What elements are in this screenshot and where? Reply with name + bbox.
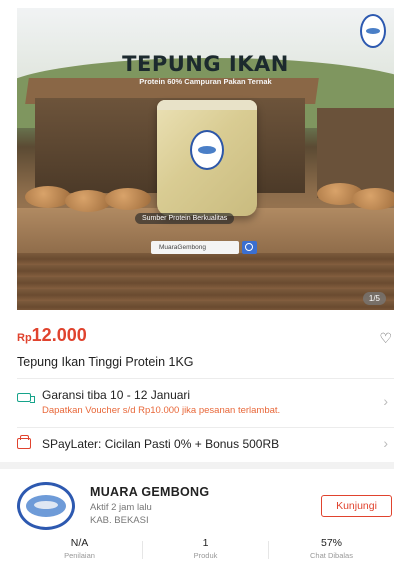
- shipping-guarantee-row[interactable]: Garansi tiba 10 - 12 Januari Dapatkan Vo…: [17, 386, 394, 424]
- paylater-title: SPayLater: Cicilan Pasti 0% + Bonus 500R…: [42, 437, 280, 451]
- wallet-icon: [17, 435, 33, 452]
- shop-location: KAB. BEKASI: [90, 515, 149, 526]
- product-price: Rp12.000: [17, 325, 87, 346]
- image-subtitle: Protein 60% Campuran Pakan Ternak: [139, 77, 272, 86]
- brand-logo-badge: [360, 14, 386, 48]
- shipping-note: Dapatkan Voucher s/d Rp10.000 jika pesan…: [42, 405, 281, 416]
- shop-avatar[interactable]: [17, 482, 75, 530]
- price-amount: 12.000: [31, 325, 87, 345]
- shop-name[interactable]: MUARA GEMBONG: [90, 485, 209, 499]
- image-pile: [105, 188, 151, 210]
- stat-products: 1 Produk: [143, 537, 268, 560]
- stat-label: Produk: [193, 551, 218, 560]
- chevron-right-icon: ›: [383, 435, 388, 451]
- stat-label: Chat Dibalas: [310, 551, 353, 560]
- shop-stats: N/A Penilaian 1 Produk 57% Chat Dibalas: [17, 537, 394, 563]
- heart-icon[interactable]: ♡: [379, 330, 392, 347]
- image-pager: 1/5: [362, 292, 386, 305]
- stat-value: 1: [202, 537, 209, 549]
- bag-seal: [157, 100, 257, 110]
- product-image-carousel[interactable]: TEPUNG IKAN Protein 60% Campuran Pakan T…: [17, 8, 394, 310]
- chevron-right-icon: ›: [383, 393, 388, 409]
- image-pile: [352, 188, 394, 210]
- stat-value: 57%: [320, 537, 342, 549]
- bag-emblem: [190, 130, 224, 170]
- image-wood-table: [17, 253, 394, 310]
- stat-chat-reply: 57% Chat Dibalas: [269, 537, 394, 560]
- image-pile: [65, 190, 111, 212]
- divider: [17, 378, 394, 379]
- image-search-text: MuaraGembong: [151, 241, 239, 254]
- stat-label: Penilaian: [64, 551, 95, 560]
- visit-shop-button[interactable]: Kunjungi: [321, 495, 392, 517]
- image-search-chip: MuaraGembong: [151, 241, 258, 254]
- image-pile: [25, 186, 71, 208]
- product-bag: [157, 100, 257, 216]
- shop-active-status: Aktif 2 jam lalu: [90, 502, 152, 513]
- image-title: TEPUNG IKAN: [122, 52, 289, 76]
- product-name: Tepung Ikan Tinggi Protein 1KG: [17, 355, 194, 369]
- price-currency: Rp: [17, 332, 32, 344]
- section-divider: [0, 462, 394, 469]
- truck-icon: [17, 391, 35, 405]
- stat-value: N/A: [70, 537, 89, 549]
- image-tagline: Sumber Protein Berkualitas: [135, 213, 235, 224]
- shop-avatar-fish: [34, 501, 58, 509]
- shipping-title: Garansi tiba 10 - 12 Januari: [42, 388, 191, 402]
- divider: [17, 427, 394, 428]
- search-icon: [242, 241, 257, 254]
- paylater-row[interactable]: SPayLater: Cicilan Pasti 0% + Bonus 500R…: [17, 434, 394, 456]
- stat-rating: N/A Penilaian: [17, 537, 142, 560]
